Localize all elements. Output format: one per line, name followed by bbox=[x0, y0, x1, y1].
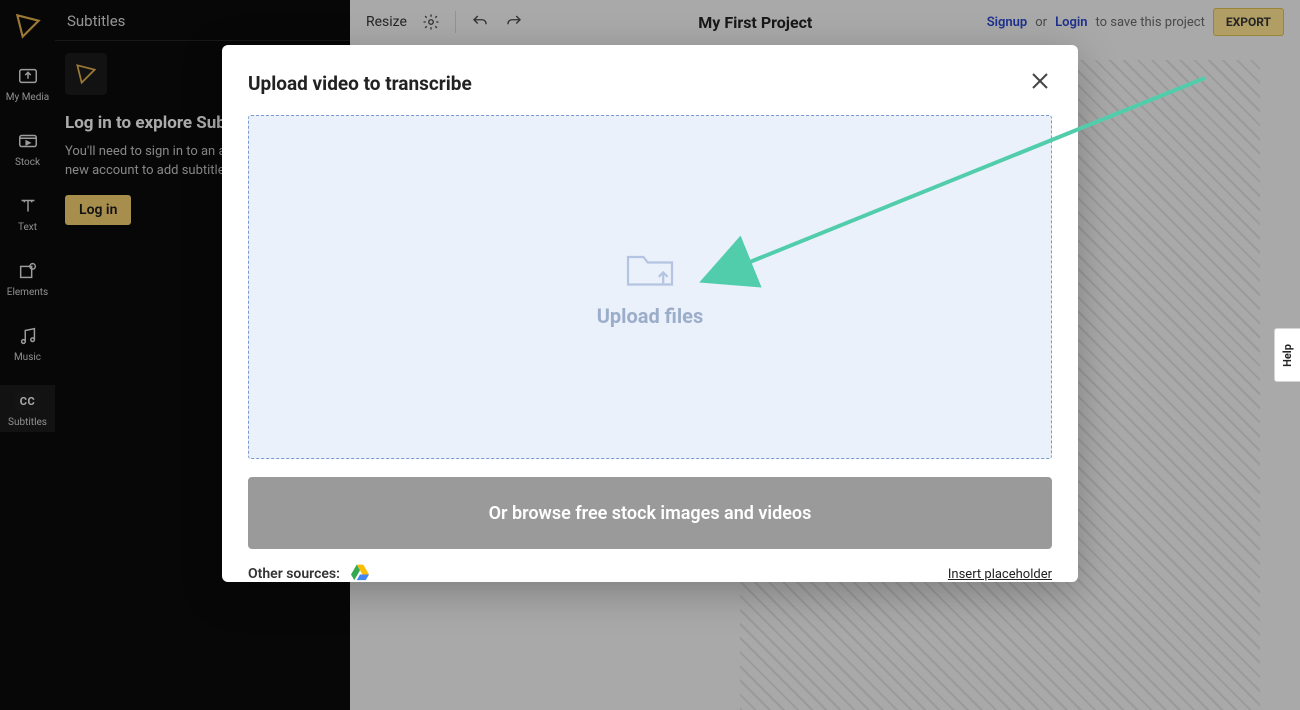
close-icon[interactable] bbox=[1028, 69, 1052, 97]
insert-placeholder-link[interactable]: Insert placeholder bbox=[948, 567, 1052, 582]
help-tab[interactable]: Help bbox=[1274, 328, 1300, 382]
folder-upload-icon bbox=[623, 246, 677, 294]
dropzone-label: Upload files bbox=[597, 304, 704, 328]
google-drive-icon[interactable] bbox=[350, 563, 370, 585]
upload-modal: Upload video to transcribe Upload files … bbox=[222, 45, 1078, 582]
modal-title: Upload video to transcribe bbox=[248, 72, 472, 95]
browse-stock-button[interactable]: Or browse free stock images and videos bbox=[248, 477, 1052, 549]
help-label: Help bbox=[1281, 344, 1294, 367]
other-sources-label: Other sources: bbox=[248, 566, 340, 582]
upload-dropzone[interactable]: Upload files bbox=[248, 115, 1052, 459]
